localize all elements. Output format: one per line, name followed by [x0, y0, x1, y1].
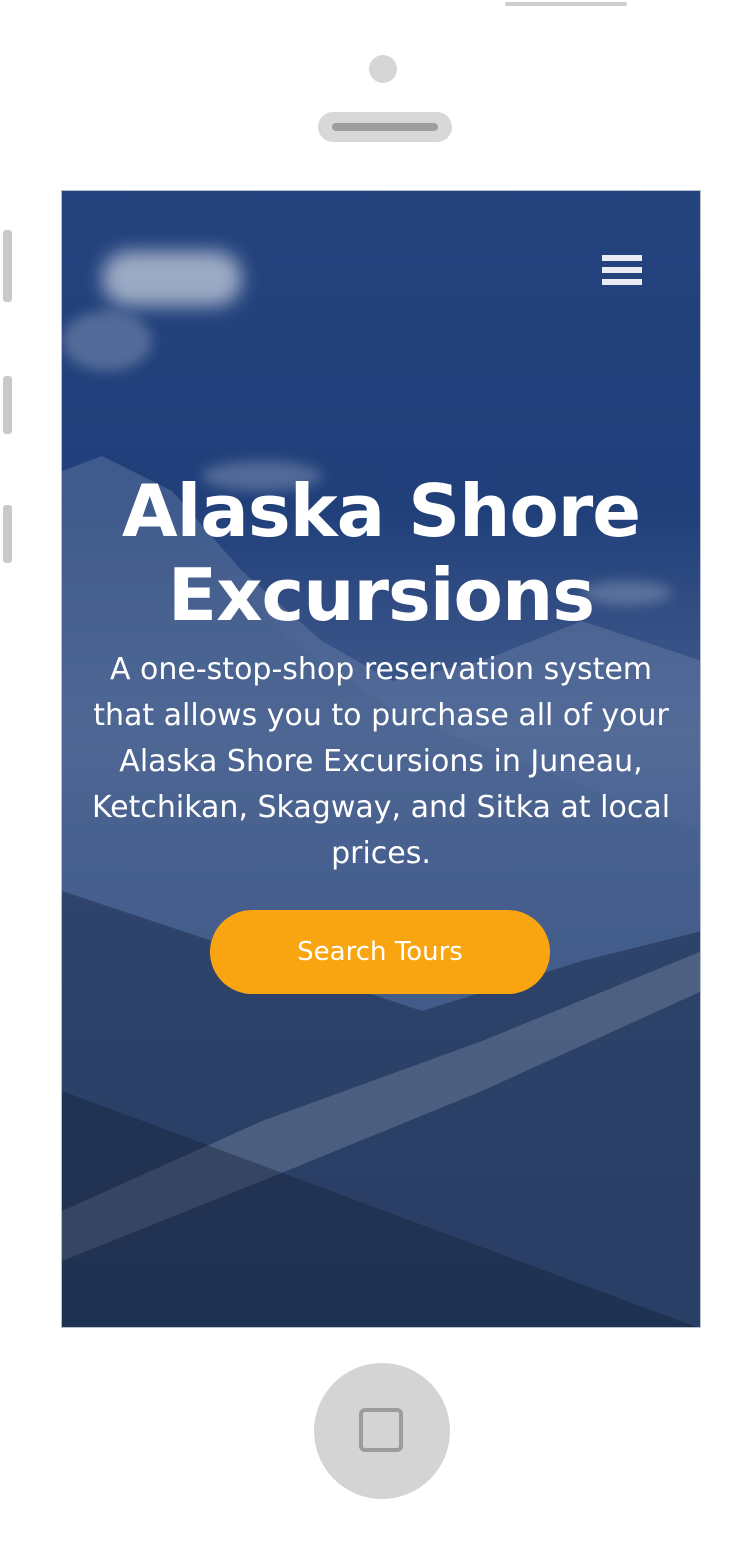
volume-down-button	[3, 505, 12, 563]
phone-mockup: Alaska Shore Excursions A one-stop-shop …	[0, 0, 752, 1562]
mute-switch	[3, 230, 12, 302]
earpiece-speaker	[318, 112, 452, 142]
menu-icon-bar	[602, 255, 642, 261]
device-top-edge	[505, 2, 627, 6]
menu-icon-bar	[602, 267, 642, 273]
search-tours-button[interactable]: Search Tours	[210, 910, 550, 994]
home-square-icon	[359, 1408, 403, 1452]
menu-icon-bar	[602, 279, 642, 285]
site-logo[interactable]	[102, 251, 242, 306]
home-button[interactable]	[314, 1363, 450, 1499]
hamburger-menu-icon[interactable]	[602, 255, 642, 289]
volume-up-button	[3, 376, 12, 434]
hero-title: Alaska Shore Excursions	[121, 469, 641, 637]
cloud	[62, 311, 152, 371]
hero-subtitle: A one-stop-shop reservation system that …	[91, 652, 671, 871]
phone-screen: Alaska Shore Excursions A one-stop-shop …	[61, 190, 701, 1328]
speaker-slot	[332, 123, 438, 131]
front-camera	[369, 55, 397, 83]
